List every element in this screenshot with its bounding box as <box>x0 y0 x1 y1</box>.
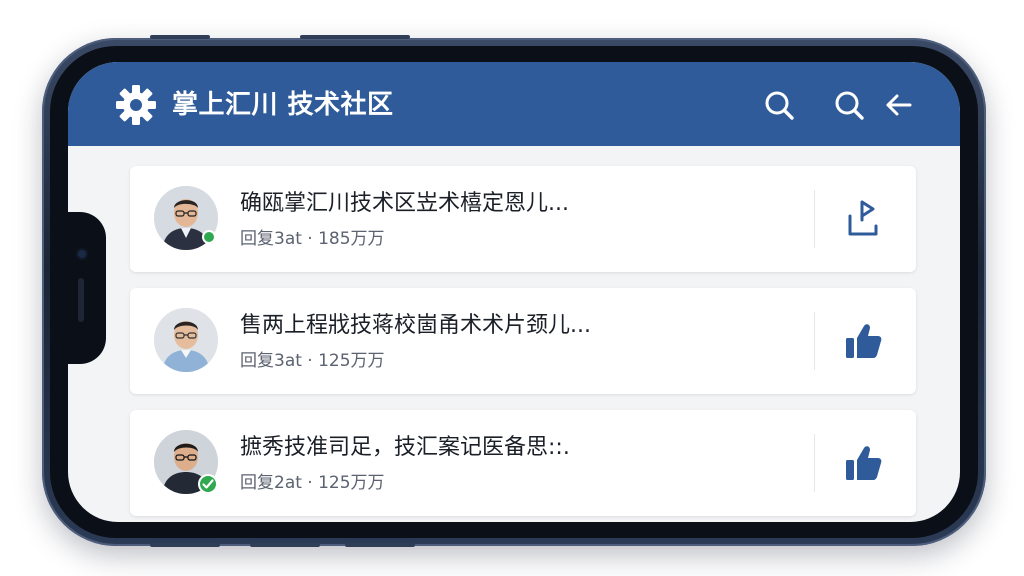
side-button-bottom-3 <box>345 543 415 547</box>
back-arrow-icon[interactable] <box>882 88 916 122</box>
post-feed: 确瓯掌汇川技术区岦术橲定恩儿... 回复3at · 185万万 售两上程戕技蒋校… <box>130 166 916 522</box>
volume-button-top-2 <box>300 35 410 39</box>
thumbs-up-icon[interactable] <box>842 320 884 362</box>
app-title: 掌上汇川 技术社区 <box>172 90 394 120</box>
post-card[interactable]: 确瓯掌汇川技术区岦术橲定恩儿... 回复3at · 185万万 <box>130 166 916 272</box>
app-screen: 掌上汇川 技术社区 确瓯掌汇川技术区岦术橲定恩儿... 回复3at · 185万… <box>68 62 960 522</box>
search-icon-secondary[interactable] <box>832 88 866 122</box>
app-header: 掌上汇川 技术社区 <box>68 62 960 146</box>
online-badge <box>202 230 216 244</box>
share-icon[interactable] <box>842 198 884 240</box>
speaker-grille <box>78 278 84 322</box>
card-divider <box>814 312 815 370</box>
side-button-bottom-1 <box>150 543 220 547</box>
gear-icon[interactable] <box>114 83 158 127</box>
volume-button-top <box>150 35 210 39</box>
post-meta: 回复3at · 125万万 <box>240 351 385 371</box>
post-title: 售两上程戕技蒋校崮甬术术片颈儿... <box>240 313 591 338</box>
avatar[interactable] <box>154 308 218 372</box>
card-divider <box>814 190 815 248</box>
camera-notch <box>60 212 106 364</box>
post-title: 摭秀技准司足，技汇案记医备思::. <box>240 435 570 460</box>
post-title: 确瓯掌汇川技术区岦术橲定恩儿... <box>240 191 569 216</box>
post-meta: 回复3at · 185万万 <box>240 229 385 249</box>
card-divider <box>814 434 815 492</box>
post-meta: 回复2at · 125万万 <box>240 473 385 493</box>
front-camera <box>76 248 88 260</box>
search-icon[interactable] <box>762 88 796 122</box>
post-card[interactable]: 摭秀技准司足，技汇案记医备思::. 回复2at · 125万万 <box>130 410 916 516</box>
side-button-bottom-2 <box>250 543 320 547</box>
thumbs-up-icon[interactable] <box>842 442 884 484</box>
post-card[interactable]: 售两上程戕技蒋校崮甬术术片颈儿... 回复3at · 125万万 <box>130 288 916 394</box>
verified-badge <box>198 474 218 494</box>
stage: 掌上汇川 技术社区 确瓯掌汇川技术区岦术橲定恩儿... 回复3at · 185万… <box>0 0 1024 576</box>
